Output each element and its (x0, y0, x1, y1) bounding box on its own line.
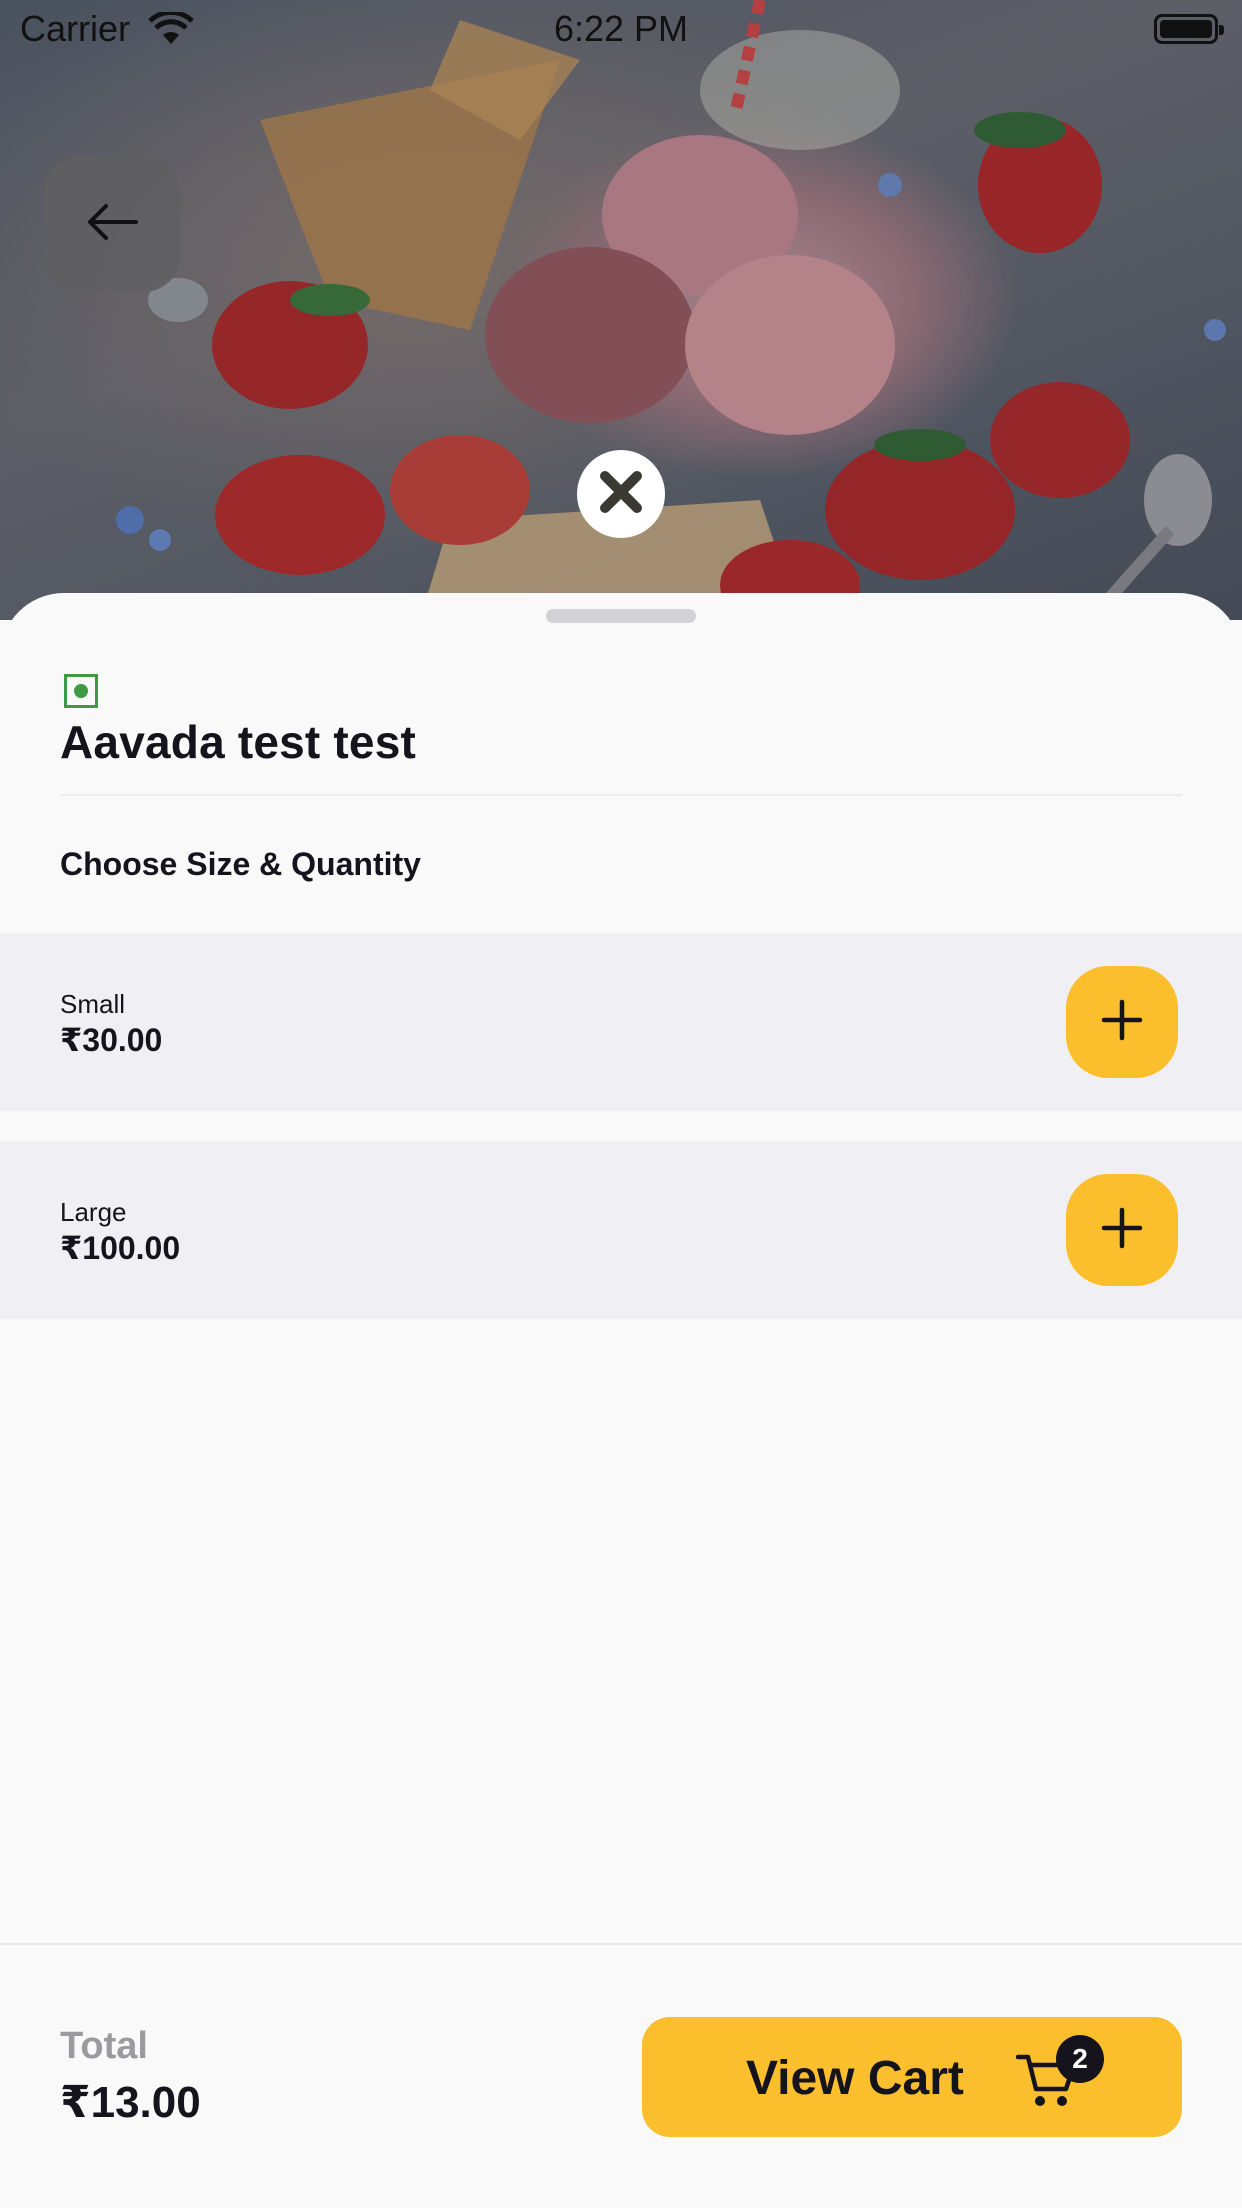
divider (60, 794, 1182, 796)
item-detail-sheet: Aavada test test Choose Size & Quantity … (0, 593, 1242, 1943)
option-price: ₹100.00 (60, 1230, 181, 1266)
add-small-button[interactable] (1066, 966, 1178, 1078)
status-bar: Carrier 6:22 PM (0, 0, 1242, 60)
close-button[interactable] (577, 450, 665, 538)
cart-count-badge: 2 (1056, 2035, 1104, 2083)
total-label: Total (60, 2025, 148, 2067)
size-option-small: Small ₹30.00 (0, 933, 1242, 1111)
total-value: ₹13.00 (60, 2078, 201, 2127)
view-cart-button[interactable]: View Cart 2 (642, 2017, 1182, 2137)
plus-icon (1100, 1206, 1144, 1255)
back-button[interactable] (44, 156, 180, 292)
size-section-title: Choose Size & Quantity (60, 846, 421, 882)
plus-icon (1100, 998, 1144, 1047)
clock: 6:22 PM (553, 8, 689, 49)
option-price: ₹30.00 (60, 1022, 163, 1058)
close-icon (597, 468, 645, 521)
size-option-large: Large ₹100.00 (0, 1141, 1242, 1319)
option-name: Small (60, 989, 126, 1019)
veg-indicator-icon (64, 674, 98, 708)
item-title: Aavada test test (60, 716, 417, 768)
add-large-button[interactable] (1066, 1174, 1178, 1286)
arrow-left-icon (86, 202, 138, 247)
battery-icon (1154, 14, 1224, 44)
sheet-grabber[interactable] (546, 609, 696, 623)
view-cart-label: View Cart (746, 2052, 964, 2105)
cart-footer: Total ₹13.00 View Cart 2 (0, 1943, 1242, 2208)
option-name: Large (60, 1197, 127, 1227)
